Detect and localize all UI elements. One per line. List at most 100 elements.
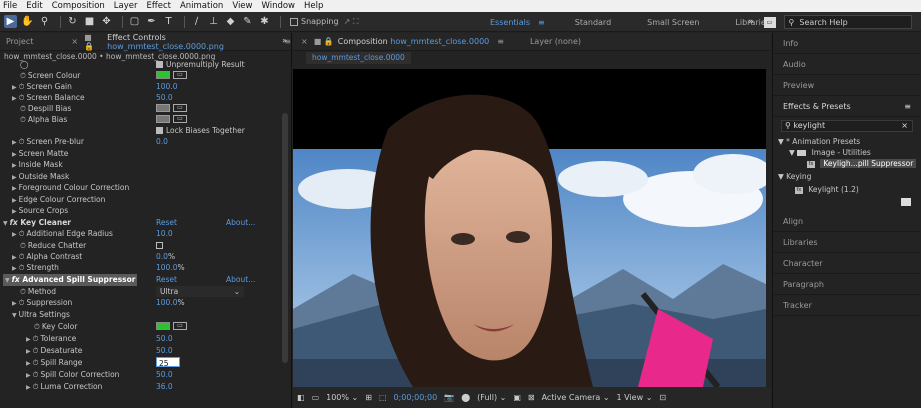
tab-composition[interactable]: Composition how_mmtest_close.0000 <box>338 37 489 46</box>
effects-presets-panel-tab[interactable]: Effects & Presets ≡ <box>773 96 921 117</box>
collapse-triangle-icon[interactable]: ▼ <box>789 148 795 157</box>
sync-settings-icon[interactable]: ▭ <box>763 16 776 28</box>
libraries-panel-tab[interactable]: Libraries <box>773 232 921 253</box>
stopwatch-icon[interactable]: ⏱ <box>19 137 25 146</box>
stopwatch-icon[interactable]: ⏱ <box>20 115 26 124</box>
align-panel-tab[interactable]: Align <box>773 211 921 232</box>
eyedropper-icon[interactable]: ▭ <box>173 71 187 79</box>
monitor-icon[interactable]: ▭ <box>312 393 320 402</box>
alpha-contrast-value[interactable]: 0.0% <box>156 251 175 262</box>
type-tool-icon[interactable]: T <box>162 15 175 28</box>
tree-keying[interactable]: ▼ Keying <box>773 171 921 182</box>
ultra-settings-row[interactable]: ▼ Ultra Settings <box>0 309 284 320</box>
zoom-dropdown[interactable]: 100% ⌄ <box>326 393 358 402</box>
expand-triangle-icon[interactable]: ▶ <box>12 231 17 238</box>
spill-suppressor-reset-button[interactable]: Reset <box>156 274 177 285</box>
expand-triangle-icon[interactable]: ▶ <box>26 336 31 343</box>
snap-options-icon[interactable]: ↗ ⛶ <box>344 17 359 27</box>
fg-colour-correction-row[interactable]: ▶ Foreground Colour Correction <box>0 182 284 193</box>
expand-triangle-icon[interactable]: ▶ <box>12 139 17 146</box>
stopwatch-icon[interactable]: ⏱ <box>19 252 25 261</box>
pan-behind-tool-icon[interactable]: ✥ <box>100 15 113 28</box>
preview-panel-tab[interactable]: Preview <box>773 75 921 96</box>
expand-triangle-icon[interactable]: ▶ <box>26 384 31 391</box>
stopwatch-icon[interactable]: ⏱ <box>19 263 25 272</box>
menu-composition[interactable]: Composition <box>52 0 105 12</box>
workspace-standard[interactable]: Standard <box>575 18 611 27</box>
expand-triangle-icon[interactable]: ▶ <box>26 372 31 379</box>
screen-matte-row[interactable]: ▶ Screen Matte <box>0 148 284 159</box>
selection-tool-icon[interactable]: ▶ <box>4 15 17 28</box>
strength-value[interactable]: 100.0% <box>156 262 185 273</box>
tree-keylight-preset[interactable]: fx Keyligh...pill Suppressor <box>773 158 921 169</box>
key-cleaner-about-button[interactable]: About... <box>226 217 255 228</box>
screen-gain-value[interactable]: 100.0 <box>156 81 177 92</box>
expand-triangle-icon[interactable]: ▶ <box>26 360 31 367</box>
more-workspaces-icon[interactable]: » <box>748 17 754 27</box>
clone-stamp-tool-icon[interactable]: ⊥ <box>207 15 220 28</box>
fx-icon[interactable]: fx <box>10 218 18 227</box>
collapse-triangle-icon[interactable]: ▼ <box>5 277 10 284</box>
camera-tool-icon[interactable]: ■ <box>83 15 96 28</box>
stopwatch-icon[interactable]: ⏱ <box>19 229 25 238</box>
fx-icon[interactable]: fx <box>12 275 20 284</box>
menu-animation[interactable]: Animation <box>180 0 223 12</box>
close-icon[interactable]: × <box>71 37 78 46</box>
zoom-tool-icon[interactable]: ⚲ <box>38 15 51 28</box>
lock-biases-checkbox[interactable] <box>156 127 163 134</box>
menu-effect[interactable]: Effect <box>147 0 171 12</box>
method-dropdown[interactable]: Ultra ⌄ <box>156 286 244 297</box>
tab-effect-controls[interactable]: Effect Controls how_mmtest_close.0000.pn… <box>107 33 276 51</box>
roi-icon[interactable]: ▣ <box>513 393 521 402</box>
additional-edge-radius-value[interactable]: 10.0 <box>156 228 173 239</box>
desaturate-value[interactable]: 50.0 <box>156 345 173 356</box>
effects-search-input[interactable]: ⚲ keylight × <box>781 120 913 132</box>
snapping-checkbox[interactable] <box>290 17 298 26</box>
menu-file[interactable]: File <box>3 0 17 12</box>
close-icon[interactable]: × <box>301 37 308 46</box>
spill-suppressor-about-button[interactable]: About... <box>226 274 255 285</box>
grid-icon[interactable]: ⊞ <box>365 393 372 402</box>
stopwatch-icon[interactable]: ◯ <box>20 59 28 70</box>
clear-search-icon[interactable]: × <box>901 121 908 131</box>
expand-triangle-icon[interactable]: ▶ <box>12 151 17 158</box>
stopwatch-icon[interactable]: ⏱ <box>33 334 39 343</box>
expand-panels-icon[interactable]: » <box>282 36 287 45</box>
advanced-spill-suppressor-effect-row[interactable]: ▼ fx Advanced Spill Suppressor Reset Abou… <box>0 274 284 286</box>
spill-range-input[interactable]: 25 <box>156 357 180 368</box>
screen-balance-value[interactable]: 50.0 <box>156 92 173 103</box>
stopwatch-icon[interactable]: ⏱ <box>20 287 26 296</box>
always-preview-icon[interactable]: ◧ <box>297 393 305 402</box>
lock-icon[interactable]: ■ 🔒 <box>84 33 103 51</box>
expand-triangle-icon[interactable]: ▶ <box>12 174 17 181</box>
brush-tool-icon[interactable]: ∕ <box>190 15 203 28</box>
workspace-essentials[interactable]: Essentials <box>490 18 530 27</box>
screen-colour-swatch[interactable] <box>156 71 170 79</box>
expand-triangle-icon[interactable]: ▶ <box>12 208 17 215</box>
source-crops-row[interactable]: ▶ Source Crops <box>0 205 284 216</box>
tab-project[interactable]: Project <box>6 37 33 46</box>
menu-edit[interactable]: Edit <box>26 0 42 12</box>
workspace-small-screen[interactable]: Small Screen <box>647 18 699 27</box>
stopwatch-icon[interactable]: ⏱ <box>34 322 40 331</box>
expand-triangle-icon[interactable]: ▶ <box>12 185 17 192</box>
rotate-tool-icon[interactable]: ↻ <box>66 15 79 28</box>
eyedropper-icon[interactable]: ▭ <box>173 104 187 112</box>
stopwatch-icon[interactable]: ⏱ <box>33 382 39 391</box>
expand-triangle-icon[interactable]: ▶ <box>12 84 17 91</box>
alpha-bias-swatch[interactable] <box>156 115 170 123</box>
roto-brush-tool-icon[interactable]: ✎ <box>241 15 254 28</box>
snapping-toggle[interactable]: Snapping ↗ ⛶ <box>290 17 358 27</box>
toggle-pixel-icon[interactable]: ⊡ <box>659 393 666 402</box>
collapse-triangle-icon[interactable]: ▼ <box>12 312 17 319</box>
camera-dropdown[interactable]: Active Camera ⌄ <box>542 393 610 402</box>
tracker-panel-tab[interactable]: Tracker <box>773 295 921 316</box>
search-help-input[interactable]: ⚲ Search Help <box>783 15 912 29</box>
expand-triangle-icon[interactable]: ▶ <box>12 254 17 261</box>
stopwatch-icon[interactable]: ⏱ <box>19 93 25 102</box>
pen-tool-icon[interactable]: ✒ <box>145 15 158 28</box>
spill-color-correction-value[interactable]: 50.0 <box>156 369 173 380</box>
character-panel-tab[interactable]: Character <box>773 253 921 274</box>
workspace-menu-icon[interactable]: ≡ <box>538 18 545 27</box>
stopwatch-icon[interactable]: ⏱ <box>19 82 25 91</box>
